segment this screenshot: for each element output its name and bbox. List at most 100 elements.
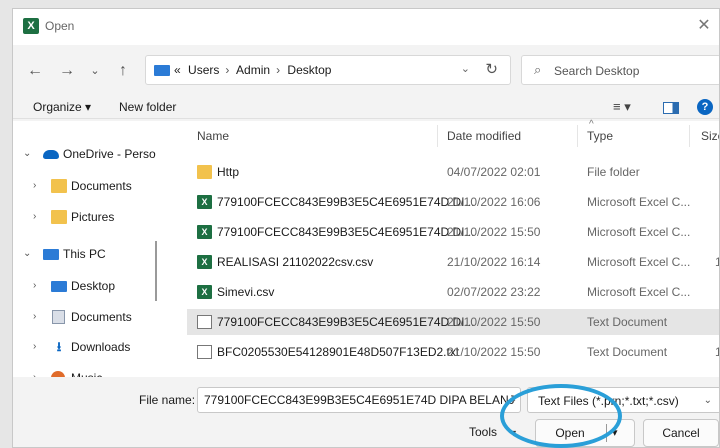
search-box[interactable]: ⌕ Search Desktop	[521, 55, 719, 85]
column-divider[interactable]	[437, 125, 438, 147]
help-icon[interactable]: ?	[697, 99, 713, 115]
file-row[interactable]: Http 04/07/2022 02:01 File folder	[187, 159, 719, 185]
file-name: 779100FCECC843E99B3E5C4E6951E74D DI...	[217, 195, 475, 209]
column-header-date[interactable]: Date modified	[447, 129, 521, 143]
file-type: Text Document	[587, 315, 668, 329]
sidebar-item-label: This PC	[63, 247, 106, 261]
file-row[interactable]: BFC0205530E54128901E48D507F13ED2.txt 21/…	[187, 339, 719, 365]
sidebar-item-documents[interactable]: › Documents	[13, 173, 165, 199]
address-bar[interactable]: « Users › Admin › Desktop ⌄ ↻	[145, 55, 511, 85]
text-file-icon	[197, 345, 212, 359]
file-row[interactable]: X REALISASI 21102022csv.csv 21/10/2022 1…	[187, 249, 719, 275]
sidebar-item-label: Documents	[71, 179, 132, 193]
chevron-down-icon[interactable]: ⌄	[704, 395, 712, 406]
forward-arrow-icon[interactable]: →	[57, 61, 77, 81]
file-date: 21/10/2022 15:50	[447, 225, 541, 239]
new-folder-button[interactable]: New folder	[119, 100, 176, 114]
file-type: Microsoft Excel C...	[587, 195, 691, 209]
sidebar-item-label: Pictures	[71, 210, 115, 224]
file-date: 02/07/2022 23:22	[447, 285, 541, 299]
sidebar-item-this-pc[interactable]: ⌄ This PC	[13, 241, 165, 267]
sidebar-item-documents-pc[interactable]: › Documents	[13, 304, 165, 330]
file-row[interactable]: X Simevi.csv 02/07/2022 23:22 Microsoft …	[187, 279, 719, 305]
file-date: 21/10/2022 16:14	[447, 255, 541, 269]
breadcrumb-separator[interactable]: ›	[276, 63, 280, 77]
sidebar-item-label: Documents	[71, 310, 132, 324]
breadcrumb-overflow[interactable]: «	[174, 63, 181, 77]
cancel-button[interactable]: Cancel	[643, 419, 719, 447]
text-file-icon	[197, 315, 212, 329]
documents-icon	[52, 310, 65, 324]
navigation-pane: ⌄ OneDrive - Perso › Documents › Picture…	[13, 121, 165, 385]
sidebar-item-pictures[interactable]: › Pictures	[13, 204, 165, 230]
sidebar-item-label: OneDrive - Perso	[63, 147, 156, 161]
column-divider[interactable]	[577, 125, 578, 147]
close-icon[interactable]: ✕	[693, 15, 715, 37]
download-icon: ⭳	[56, 339, 62, 354]
breadcrumb-separator[interactable]: ›	[225, 63, 229, 77]
search-icon: ⌕	[534, 62, 542, 77]
sort-caret-icon: ^	[589, 119, 594, 130]
sidebar-item-label: Desktop	[71, 279, 116, 293]
tools-button[interactable]: Tools	[469, 425, 497, 439]
file-type: Microsoft Excel C...	[587, 255, 691, 269]
view-options-icon[interactable]: ≡ ▾	[613, 99, 631, 115]
sidebar-item-desktop[interactable]: › Desktop	[13, 273, 165, 299]
column-header-type[interactable]: Type	[587, 129, 613, 143]
column-divider[interactable]	[689, 125, 690, 147]
chevron-right-icon[interactable]: ›	[33, 211, 36, 222]
chevron-down-icon[interactable]: ⌄	[23, 148, 31, 159]
excel-app-icon: X	[23, 18, 39, 34]
column-header-size[interactable]: Size	[701, 129, 719, 143]
file-type: File folder	[587, 165, 640, 179]
sidebar-item-onedrive[interactable]: ⌄ OneDrive - Perso	[13, 141, 165, 167]
back-arrow-icon[interactable]: ←	[25, 61, 45, 81]
breadcrumb-admin[interactable]: Admin	[236, 63, 270, 77]
open-dialog: X Open ✕ ← → ⌄ ↑ « Users › Admin › Desktop…	[12, 8, 720, 448]
column-header-name[interactable]: Name	[197, 129, 229, 143]
navigation-bar: ← → ⌄ ↑ « Users › Admin › Desktop ⌄ ↻ ⌕ Se…	[13, 45, 719, 97]
sidebar-item-label: Downloads	[71, 340, 131, 354]
organize-button[interactable]: Organize ▾	[33, 100, 91, 114]
preview-pane-icon[interactable]	[663, 102, 679, 114]
title-bar: X Open ✕	[13, 9, 719, 45]
computer-icon	[43, 249, 59, 260]
sidebar-item-downloads[interactable]: › ⭳ Downloads	[13, 334, 165, 360]
breadcrumb: « Users › Admin › Desktop	[174, 63, 335, 77]
file-row[interactable]: X 779100FCECC843E99B3E5C4E6951E74D DI...…	[187, 219, 719, 245]
file-row[interactable]: X 779100FCECC843E99B3E5C4E6951E74D DI...…	[187, 189, 719, 215]
file-date: 21/10/2022 16:06	[447, 195, 541, 209]
file-name: 779100FCECC843E99B3E5C4E6951E74D DI...	[217, 315, 475, 329]
file-name-label: File name:	[139, 393, 196, 407]
up-arrow-icon[interactable]: ↑	[113, 61, 133, 81]
refresh-icon[interactable]: ↻	[485, 60, 498, 78]
chevron-down-icon[interactable]: ⌄	[23, 248, 31, 259]
breadcrumb-desktop[interactable]: Desktop	[287, 63, 331, 77]
file-name: BFC0205530E54128901E48D507F13ED2.txt	[217, 345, 460, 359]
excel-icon: X	[197, 285, 212, 299]
file-row-selected[interactable]: 779100FCECC843E99B3E5C4E6951E74D DI... 2…	[187, 309, 719, 335]
this-pc-icon	[154, 65, 170, 76]
address-dropdown-icon[interactable]: ⌄	[461, 62, 470, 75]
chevron-right-icon[interactable]: ›	[33, 180, 36, 191]
file-size: 1,	[715, 345, 719, 359]
file-type: Text Document	[587, 345, 668, 359]
chevron-right-icon[interactable]: ›	[33, 341, 36, 352]
chevron-right-icon[interactable]: ›	[33, 280, 36, 291]
search-placeholder[interactable]: Search Desktop	[554, 64, 639, 78]
folder-icon	[51, 179, 67, 193]
breadcrumb-users[interactable]: Users	[188, 63, 219, 77]
recent-locations-chevron-icon[interactable]: ⌄	[85, 61, 105, 81]
file-size: 1,	[715, 255, 719, 269]
excel-icon: X	[197, 195, 212, 209]
file-type: Microsoft Excel C...	[587, 285, 691, 299]
file-date: 04/07/2022 02:01	[447, 165, 541, 179]
chevron-right-icon[interactable]: ›	[33, 311, 36, 322]
highlight-circle-annotation	[500, 384, 622, 448]
sidebar-scrollbar[interactable]	[155, 241, 157, 301]
file-name-input[interactable]	[197, 387, 521, 413]
file-type: Microsoft Excel C...	[587, 225, 691, 239]
window-title: Open	[45, 19, 75, 33]
file-name: Http	[217, 165, 240, 179]
file-name: REALISASI 21102022csv.csv	[217, 255, 374, 269]
